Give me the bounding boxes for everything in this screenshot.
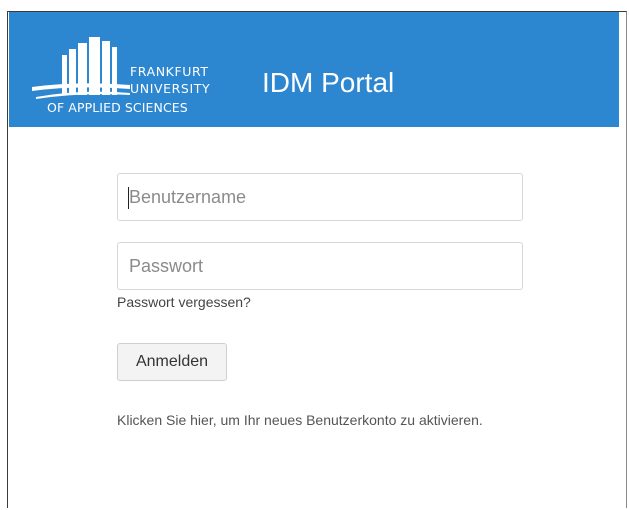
logo-text-frankfurt: FRANKFURT [130, 64, 209, 79]
logo-text-university: UNIVERSITY [130, 81, 211, 96]
university-logo[interactable]: FRANKFURT UNIVERSITY OF APPLIED SCIENCES [32, 35, 237, 121]
logo-text-applied-sciences: OF APPLIED SCIENCES [47, 100, 188, 115]
header-bar: FRANKFURT UNIVERSITY OF APPLIED SCIENCES… [9, 12, 619, 127]
username-input[interactable] [117, 173, 523, 221]
forgot-password-link[interactable]: Passwort vergessen? [117, 294, 251, 310]
login-button[interactable]: Anmelden [117, 343, 227, 381]
activate-account-link[interactable]: Klicken Sie hier, um Ihr neues Benutzerk… [117, 413, 517, 427]
university-building-logo-icon [32, 37, 130, 99]
page-title: IDM Portal [262, 67, 395, 98]
password-input[interactable] [117, 242, 523, 290]
text-cursor [128, 187, 129, 209]
